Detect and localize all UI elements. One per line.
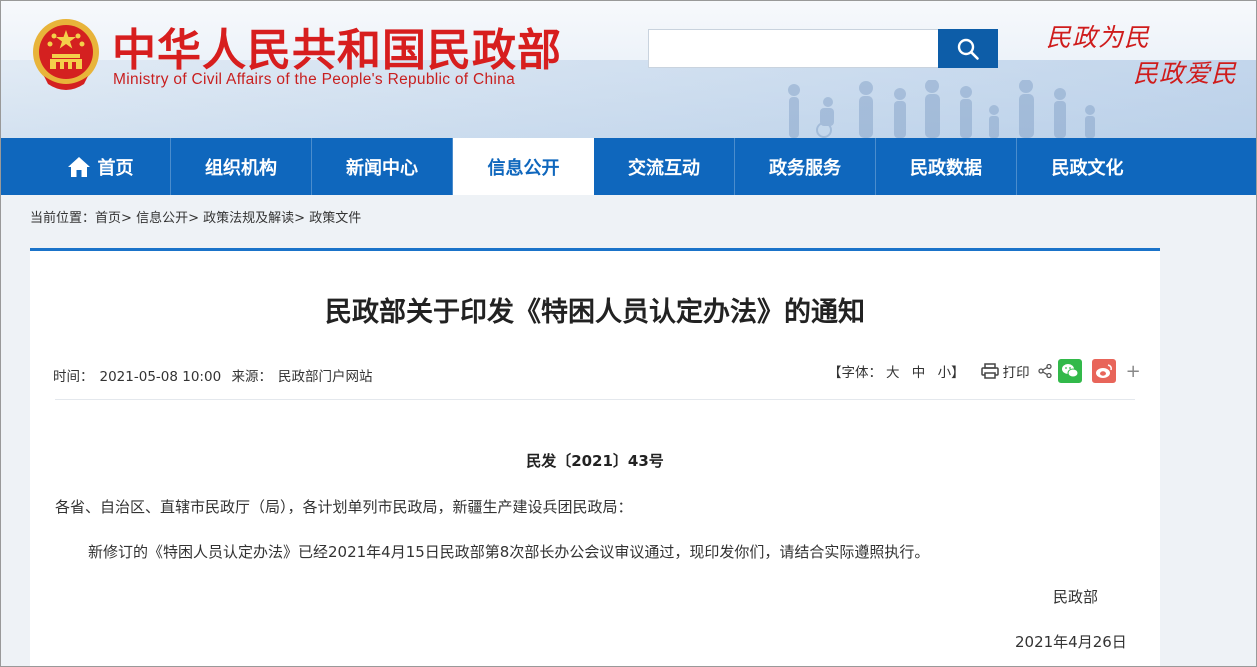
nav-item-civil-data[interactable]: 民政数据 [876,138,1017,195]
document-number: 民发〔2021〕43号 [526,452,664,470]
main-navigation: 首页 组织机构 新闻中心 信息公开 交流互动 政务服务 民政数据 民政文化 [0,138,1257,195]
nav-item-label: 首页 [97,157,134,179]
font-size-small-button[interactable]: 小】 [938,365,965,381]
weibo-icon [1095,364,1112,378]
people-silhouette-decoration [788,80,1095,138]
breadcrumb: 当前位置：首页> 信息公开> 政策法规及解读> 政策文件 [30,207,361,226]
article-meta: 时间： 2021-05-08 10:00 来源： 民政部门户网站 [53,365,378,385]
search-input[interactable] [648,29,938,68]
meta-divider [55,399,1135,400]
publish-time-label: 时间： [53,369,94,385]
font-size-medium-button[interactable]: 中 [912,365,926,381]
source-value: 民政部门户网站 [277,369,373,385]
article-container: 民政部关于印发《特困人员认定办法》的通知 时间： 2021-05-08 10:00… [30,248,1160,667]
plus-icon[interactable]: + [1126,361,1141,382]
wechat-icon [1061,364,1079,378]
breadcrumb-link-info-disclosure[interactable]: 信息公开 [136,211,188,226]
search-icon [957,38,979,60]
site-header: 中华人民共和国民政部 Ministry of Civil Affairs of … [0,0,1257,138]
weibo-share-button[interactable] [1091,359,1116,383]
print-button[interactable]: 打印 [980,361,1030,381]
breadcrumb-separator: > [294,211,306,226]
slogan-line-1: 民政为民 [1046,23,1151,52]
publish-time: 2021-05-08 10:00 [99,369,222,385]
share-icon[interactable] [1037,364,1052,378]
nav-item-civil-culture[interactable]: 民政文化 [1017,138,1158,195]
breadcrumb-link-home[interactable]: 首页 [95,211,121,226]
breadcrumb-prefix: 当前位置： [30,211,96,226]
nav-item-home[interactable]: 首页 [30,138,171,195]
nav-item-interaction[interactable]: 交流互动 [594,138,735,195]
printer-icon [980,363,999,379]
site-logo-english[interactable]: Ministry of Civil Affairs of the People'… [113,71,515,89]
font-size-control: 【字体：大 中 小】 [828,361,969,381]
slogan-line-2: 民政爱民 [1133,59,1238,88]
wechat-share-button[interactable] [1057,359,1082,383]
font-size-label: 【字体： [828,365,882,381]
search-button[interactable] [938,29,998,68]
article-salutation: 各省、自治区、直辖市民政厅（局），各计划单列市民政局，新疆生产建设兵团民政局： [55,498,633,516]
breadcrumb-separator: > [188,211,199,226]
nav-item-news[interactable]: 新闻中心 [312,138,453,195]
article-body-paragraph: 新修订的《特困人员认定办法》已经2021年4月15日民政部第8次部长办公会议审议… [88,543,930,561]
article-signature: 民政部 [1053,588,1099,606]
home-icon [67,156,91,178]
breadcrumb-separator: > [121,211,132,226]
national-emblem-icon [33,19,99,90]
source-label: 来源： [231,369,272,385]
nav-item-organization[interactable]: 组织机构 [171,138,312,195]
nav-item-info-disclosure[interactable]: 信息公开 [453,138,594,195]
article-date: 2021年4月26日 [1015,633,1127,651]
article-tools: 【字体：大 中 小】 打印 + [828,359,1141,383]
font-size-large-button[interactable]: 大 [886,365,900,381]
site-logo-chinese[interactable]: 中华人民共和国民政部 [112,14,562,78]
article-title: 民政部关于印发《特困人员认定办法》的通知 [325,297,865,328]
breadcrumb-link-policy[interactable]: 政策法规及解读 [203,211,294,226]
nav-item-government-services[interactable]: 政务服务 [735,138,876,195]
breadcrumb-link-policy-docs[interactable]: 政策文件 [309,211,361,226]
print-label: 打印 [1002,365,1030,381]
